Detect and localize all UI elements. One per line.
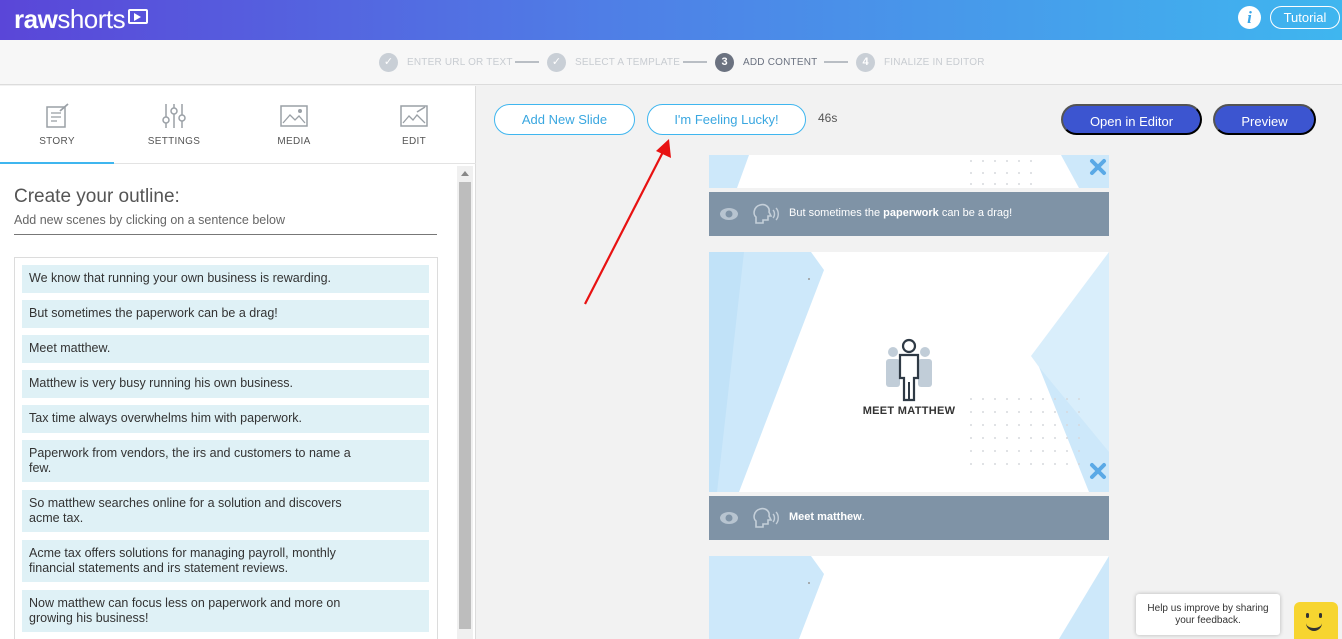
panel-tabs: STORY SETTINGS MEDIA EDIT <box>0 86 476 164</box>
checkmark-icon: ✓ <box>547 52 566 72</box>
feeling-lucky-button[interactable]: I'm Feeling Lucky! <box>647 104 806 135</box>
caption-part: . <box>861 511 865 523</box>
rawshorts-logo[interactable]: rawshorts <box>14 4 126 35</box>
feedback-smiley-icon[interactable] <box>1294 602 1338 639</box>
caption-part: can be a drag! <box>938 207 1013 219</box>
slide-thumbnail[interactable] <box>709 155 1109 188</box>
story-panel: STORY SETTINGS MEDIA EDIT Create your ou… <box>0 86 476 639</box>
step-label: ENTER URL OR TEXT <box>407 56 513 68</box>
step-enter-url: ✓ ENTER URL OR TEXT <box>379 52 513 72</box>
preview-button[interactable]: Preview <box>1213 104 1316 135</box>
scroll-thumb[interactable] <box>459 182 471 629</box>
divider <box>14 234 437 235</box>
sentence-item[interactable]: Matthew is very busy running his own bus… <box>22 370 429 398</box>
step-label: SELECT A TEMPLATE <box>575 56 681 68</box>
step-connector <box>683 61 707 63</box>
settings-sliders-icon <box>162 104 186 128</box>
scrollbar[interactable] <box>457 166 473 639</box>
play-logo-icon <box>128 9 148 24</box>
add-new-slide-button[interactable]: Add New Slide <box>494 104 635 135</box>
sentence-item[interactable]: Acme tax offers solutions for managing p… <box>22 540 429 582</box>
tutorial-button[interactable]: Tutorial <box>1270 6 1340 29</box>
sentence-item[interactable]: So matthew searches online for a solutio… <box>22 490 429 532</box>
tab-label: MEDIA <box>277 136 311 147</box>
outline-subtitle: Add new scenes by clicking on a sentence… <box>14 213 285 227</box>
step-number: 3 <box>715 52 734 72</box>
step-finalize: 4 FINALIZE IN EDITOR <box>856 52 985 72</box>
slide-caption-bar: Meet matthew. <box>709 496 1109 540</box>
slide-caption-text: But sometimes the paperwork can be a dra… <box>789 207 1012 219</box>
step-number: 4 <box>856 52 875 72</box>
slide-background-shapes <box>709 155 1109 188</box>
eye-icon[interactable] <box>719 206 739 222</box>
voiceover-icon[interactable] <box>752 507 782 529</box>
step-label: FINALIZE IN EDITOR <box>884 56 985 68</box>
progress-stepper: ✓ ENTER URL OR TEXT ✓ SELECT A TEMPLATE … <box>0 40 1342 85</box>
caption-keyword: Meet matthew <box>789 511 862 523</box>
voiceover-icon[interactable] <box>752 203 782 225</box>
caption-part: But sometimes the <box>789 207 884 219</box>
logo-text-thin: shorts <box>57 4 126 34</box>
slide-title: MEET MATTHEW <box>862 405 956 417</box>
sentence-item[interactable]: Paperwork from vendors, the irs and cust… <box>22 440 429 482</box>
feedback-text: your feedback. <box>1175 615 1241 626</box>
sentence-item[interactable]: But sometimes the paperwork can be a dra… <box>22 300 429 328</box>
tab-edit[interactable]: EDIT <box>357 86 471 164</box>
story-icon <box>46 103 69 128</box>
delete-slide-icon[interactable] <box>1089 462 1107 480</box>
feedback-text: Help us improve by sharing <box>1147 603 1269 614</box>
open-in-editor-button[interactable]: Open in Editor <box>1061 104 1202 135</box>
sentence-item[interactable]: Tax time always overwhelms him with pape… <box>22 405 429 433</box>
checkmark-icon: ✓ <box>379 52 398 72</box>
sentence-item[interactable]: Meet matthew. <box>22 335 429 363</box>
sentence-list: We know that running your own business i… <box>14 257 438 639</box>
slide-thumbnail[interactable]: MEET MATTHEW <box>709 252 1109 492</box>
tab-story[interactable]: STORY <box>0 86 114 164</box>
annotation-arrow-icon <box>584 139 671 305</box>
tab-media[interactable]: MEDIA <box>237 86 351 164</box>
tab-label: EDIT <box>402 136 426 147</box>
delete-slide-icon[interactable] <box>1089 158 1107 176</box>
tab-label: STORY <box>39 136 75 147</box>
slide-caption-bar: But sometimes the paperwork can be a dra… <box>709 192 1109 236</box>
step-label: ADD CONTENT <box>743 56 818 68</box>
slide-background-shapes <box>709 556 1109 639</box>
person-icon <box>886 338 932 402</box>
eye-icon[interactable] <box>719 510 739 526</box>
tab-label: SETTINGS <box>147 136 201 147</box>
scroll-up-arrow-icon[interactable] <box>461 171 469 176</box>
caption-keyword: paperwork <box>883 207 939 219</box>
step-connector <box>515 61 539 63</box>
image-icon <box>280 105 308 127</box>
slides-list: But sometimes the paperwork can be a dra… <box>709 155 1109 639</box>
feedback-prompt[interactable]: Help us improve by sharing your feedback… <box>1136 594 1280 635</box>
sentence-item[interactable]: We know that running your own business i… <box>22 265 429 293</box>
slide-thumbnail[interactable] <box>709 556 1109 639</box>
info-icon[interactable]: i <box>1238 6 1261 29</box>
logo-text-bold: raw <box>14 4 58 34</box>
video-duration: 46s <box>818 111 838 125</box>
sentence-item[interactable]: Now matthew can focus less on paperwork … <box>22 590 429 632</box>
step-connector <box>824 61 848 63</box>
slide-caption-text: Meet matthew. <box>789 511 865 523</box>
step-add-content: 3 ADD CONTENT <box>715 52 817 72</box>
tab-settings[interactable]: SETTINGS <box>117 86 231 164</box>
outline-title: Create your outline: <box>14 186 180 207</box>
edit-image-icon <box>400 105 428 127</box>
top-bar: rawshorts i Tutorial <box>0 0 1342 40</box>
step-select-template: ✓ SELECT A TEMPLATE <box>547 52 680 72</box>
